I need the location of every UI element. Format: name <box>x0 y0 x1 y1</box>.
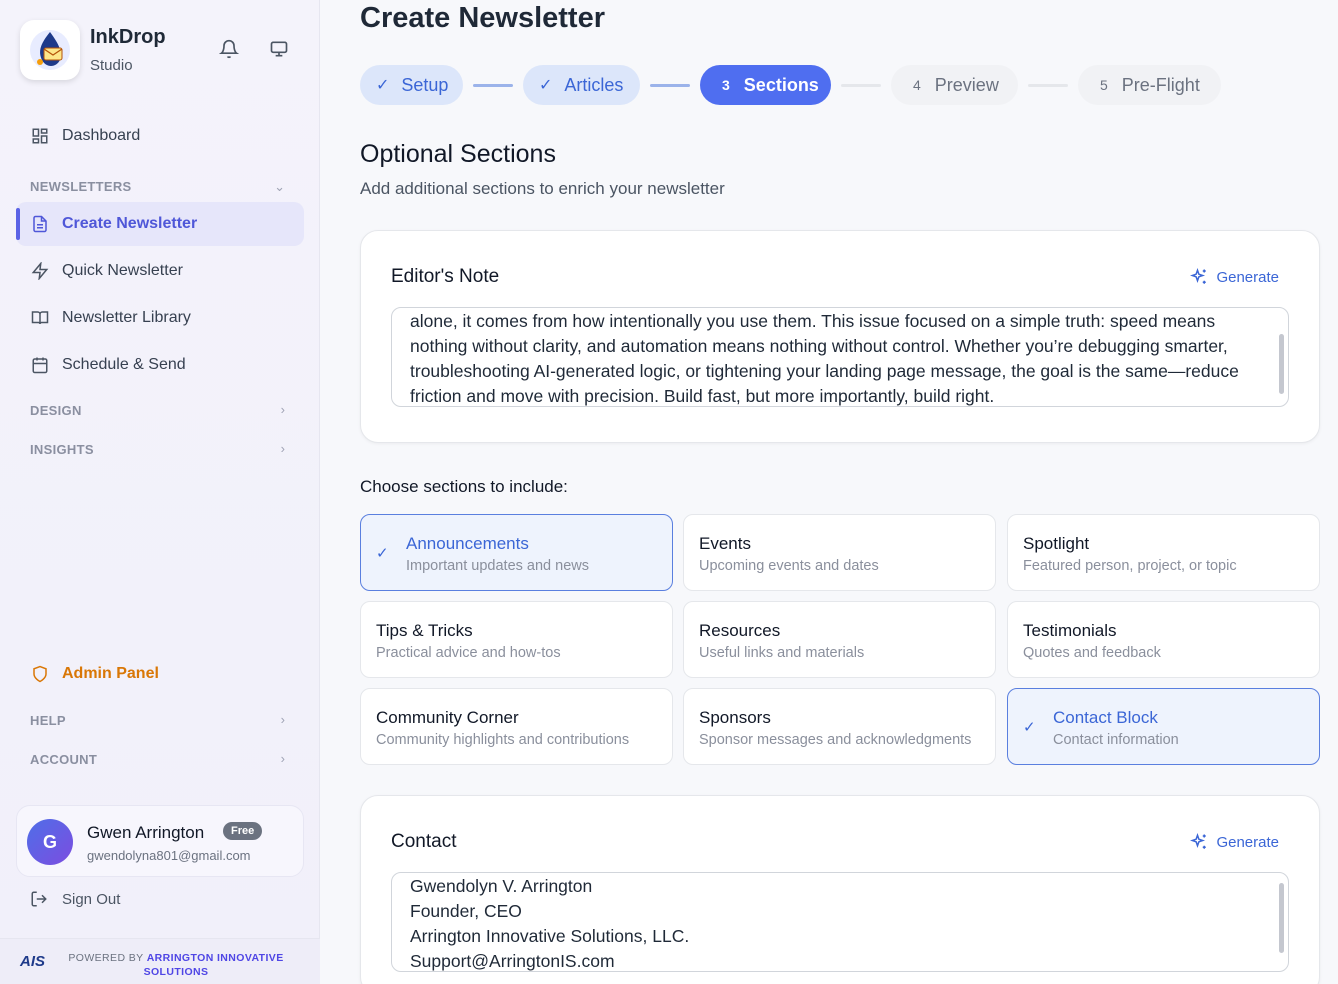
sparkle-icon <box>1190 833 1208 851</box>
step-articles[interactable]: ✓ Articles <box>523 65 640 105</box>
bell-icon[interactable] <box>218 38 240 60</box>
app-subtitle: Studio <box>90 57 133 74</box>
check-icon: ✓ <box>1023 719 1036 736</box>
sidebar-item-admin-panel[interactable]: Admin Panel <box>16 652 304 696</box>
step-setup[interactable]: ✓ Setup <box>360 65 463 105</box>
generate-button[interactable]: Generate <box>1190 268 1279 286</box>
section-newsletters[interactable]: NEWSLETTERS <box>30 179 132 194</box>
signout-button[interactable]: Sign Out <box>30 890 120 908</box>
user-card[interactable]: G Gwen Arrington Free gwendolyna801@gmai… <box>16 805 304 877</box>
scrollbar[interactable] <box>1279 883 1284 953</box>
page-title: Create Newsletter <box>360 2 605 34</box>
app-name: InkDrop <box>90 26 166 48</box>
footer-logo: AIS <box>20 953 46 970</box>
generate-button[interactable]: Generate <box>1190 833 1279 851</box>
section-help[interactable]: HELP <box>30 713 66 728</box>
contact-card: Contact Generate Gwendolyn V. Arrington … <box>360 795 1320 984</box>
contact-title: Contact <box>391 831 457 852</box>
sidebar-item-dashboard[interactable]: Dashboard <box>16 114 304 158</box>
section-option-testimonials[interactable]: Testimonials Quotes and feedback <box>1007 601 1320 678</box>
user-email: gwendolyna801@gmail.com <box>87 848 251 863</box>
section-subheading: Add additional sections to enrich your n… <box>360 179 725 198</box>
book-icon <box>30 308 50 328</box>
sidebar-item-label: Newsletter Library <box>62 309 191 326</box>
dashboard-icon <box>30 126 50 146</box>
section-option-resources[interactable]: Resources Useful links and materials <box>683 601 996 678</box>
avatar: G <box>27 819 73 865</box>
sparkle-icon <box>1190 268 1208 286</box>
sidebar-item-quick-newsletter[interactable]: Quick Newsletter <box>16 249 304 293</box>
sidebar: InkDrop Studio Dashboard NEWSLETTERS ⌄ C… <box>0 0 320 984</box>
step-connector <box>473 84 513 87</box>
user-name: Gwen Arrington <box>87 823 205 842</box>
signout-label: Sign Out <box>62 890 121 908</box>
document-icon <box>30 214 50 234</box>
scrollbar[interactable] <box>1279 334 1284 394</box>
step-connector <box>1028 84 1068 87</box>
sidebar-item-label: Create Newsletter <box>62 215 198 232</box>
section-option-announcements[interactable]: ✓ Announcements Important updates and ne… <box>360 514 673 591</box>
editors-note-title: Editor's Note <box>391 266 500 287</box>
step-connector <box>650 84 690 87</box>
sidebar-item-newsletter-library[interactable]: Newsletter Library <box>16 296 304 340</box>
footer-text: POWERED BY ARRINGTON INNOVATIVE SOLUTION… <box>68 952 284 978</box>
section-insights[interactable]: INSIGHTS <box>30 442 94 457</box>
section-option-events[interactable]: Events Upcoming events and dates <box>683 514 996 591</box>
plan-badge: Free <box>223 822 263 840</box>
section-account[interactable]: ACCOUNT <box>30 752 97 767</box>
choose-sections-label: Choose sections to include: <box>360 477 568 496</box>
contact-textarea[interactable]: Gwendolyn V. Arrington Founder, CEO Arri… <box>391 872 1289 972</box>
section-design[interactable]: DESIGN <box>30 403 82 418</box>
chevron-right-icon[interactable]: › <box>281 441 285 456</box>
chevron-right-icon[interactable]: › <box>281 402 285 417</box>
sidebar-item-label: Dashboard <box>62 127 141 144</box>
section-option-tips-tricks[interactable]: Tips & Tricks Practical advice and how-t… <box>360 601 673 678</box>
editors-note-textarea[interactable]: alone, it comes from how intentionally y… <box>391 307 1289 407</box>
section-heading: Optional Sections <box>360 140 556 168</box>
editors-note-card: Editor's Note Generate alone, it comes f… <box>360 230 1320 443</box>
section-option-spotlight[interactable]: Spotlight Featured person, project, or t… <box>1007 514 1320 591</box>
shield-icon <box>30 664 50 684</box>
check-icon: ✓ <box>539 77 553 94</box>
main-content: Create Newsletter ✓ Setup ✓ Articles 3 S… <box>320 0 1338 984</box>
step-preflight[interactable]: 5 Pre-Flight <box>1078 65 1221 105</box>
footer: AIS POWERED BY ARRINGTON INNOVATIVE SOLU… <box>0 938 320 984</box>
monitor-icon[interactable] <box>268 38 290 60</box>
section-option-sponsors[interactable]: Sponsors Sponsor messages and acknowledg… <box>683 688 996 765</box>
bolt-icon <box>30 261 50 281</box>
section-option-community-corner[interactable]: Community Corner Community highlights an… <box>360 688 673 765</box>
chevron-right-icon[interactable]: › <box>281 712 285 727</box>
section-option-contact-block[interactable]: ✓ Contact Block Contact information <box>1007 688 1320 765</box>
logo-icon <box>20 20 80 80</box>
sidebar-item-create-newsletter[interactable]: Create Newsletter <box>16 202 304 246</box>
sidebar-item-label: Schedule & Send <box>62 356 186 373</box>
chevron-down-icon[interactable]: ⌄ <box>274 179 285 195</box>
check-icon: ✓ <box>376 545 389 562</box>
sidebar-item-schedule-send[interactable]: Schedule & Send <box>16 343 304 387</box>
sidebar-item-label: Quick Newsletter <box>62 262 183 279</box>
sidebar-item-label: Admin Panel <box>62 665 159 682</box>
brand[interactable]: InkDrop Studio <box>20 20 166 80</box>
step-sections[interactable]: 3 Sections <box>700 65 831 105</box>
signout-icon <box>30 890 48 908</box>
chevron-right-icon[interactable]: › <box>281 751 285 766</box>
check-icon: ✓ <box>376 77 390 94</box>
calendar-icon <box>30 355 50 375</box>
step-preview[interactable]: 4 Preview <box>891 65 1018 105</box>
step-connector <box>841 84 881 87</box>
